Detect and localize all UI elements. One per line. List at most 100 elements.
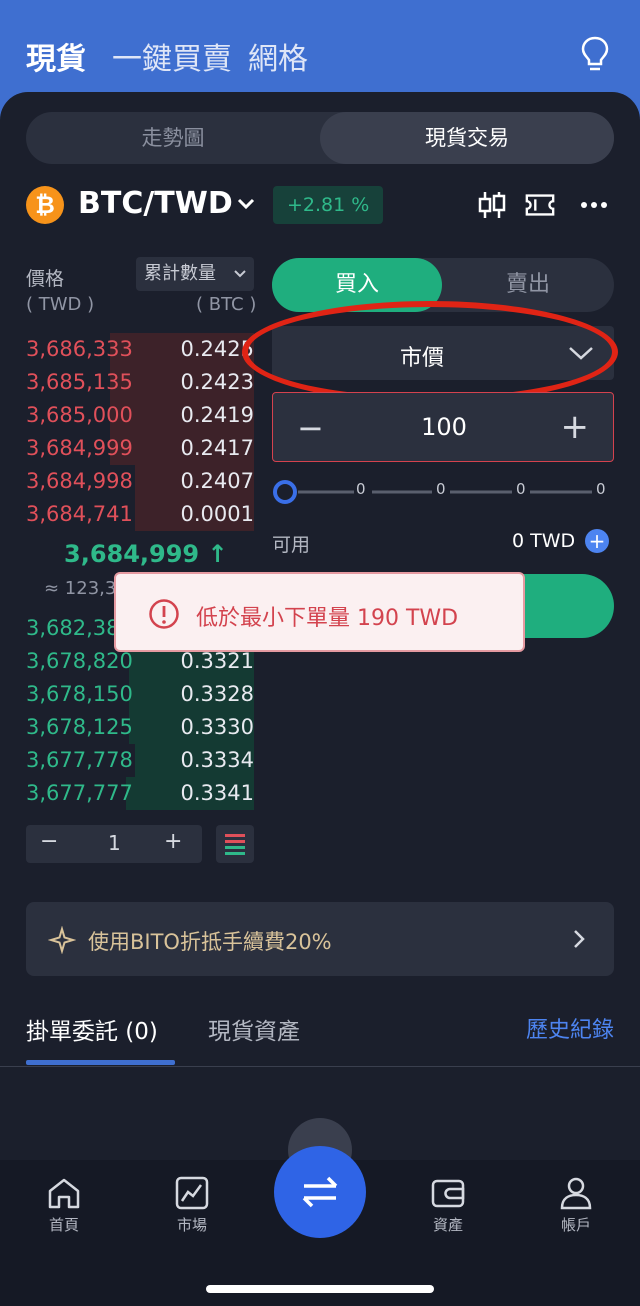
order-qty: 0.3328 xyxy=(180,682,254,706)
slider-tick-label[interactable]: 0 xyxy=(596,480,606,498)
toast-message: 低於最小下單量 190 TWD xyxy=(196,606,459,631)
deposit-plus-icon[interactable]: + xyxy=(585,529,609,553)
precision-plus-button[interactable]: + xyxy=(164,829,182,854)
order-qty: 0.2417 xyxy=(180,436,254,460)
price-change-badge: +2.81 % xyxy=(273,186,384,224)
view-switch: 走勢圖 現貨交易 xyxy=(26,112,614,164)
bitcoin-icon: ₿ xyxy=(26,186,64,224)
slider-tick-label[interactable]: 0 xyxy=(356,480,366,498)
approx-value: ≈ 123,3 xyxy=(44,578,117,599)
order-price: 3,684,741 xyxy=(26,502,133,526)
highlight-annotation xyxy=(242,301,618,403)
slider-tick-label[interactable]: 0 xyxy=(436,480,446,498)
promo-text: 使用BITO折抵手續費20% xyxy=(88,930,332,954)
ticket-icon[interactable] xyxy=(524,190,556,220)
wallet-icon xyxy=(431,1179,465,1208)
order-price: 3,677,778 xyxy=(26,748,133,772)
chevron-down-icon xyxy=(234,270,246,278)
pair-name[interactable]: BTC/TWD xyxy=(78,186,233,221)
trade-fab-button[interactable] xyxy=(274,1146,366,1238)
amount-plus-button[interactable]: + xyxy=(561,407,590,447)
order-price: 3,678,820 xyxy=(26,649,133,673)
order-qty: 0.2419 xyxy=(180,403,254,427)
bid-row[interactable]: 3,677,778 0.3334 xyxy=(26,744,254,777)
nav-label: 首頁 xyxy=(48,1216,79,1234)
chevron-right-icon xyxy=(574,930,585,948)
ask-row[interactable]: 3,685,135 0.2423 xyxy=(26,366,254,399)
bid-row[interactable]: 3,678,125 0.3330 xyxy=(26,711,254,744)
candlestick-icon[interactable] xyxy=(476,190,508,220)
bid-row[interactable]: 3,677,777 0.3341 xyxy=(26,777,254,810)
order-price: 3,677,777 xyxy=(26,781,133,805)
pair-header: ₿ BTC/TWD +2.81 % xyxy=(26,184,614,226)
nav-home[interactable]: 首頁 xyxy=(24,1176,104,1235)
nav-label: 資產 xyxy=(432,1216,463,1234)
ask-row[interactable]: 3,686,333 0.2425 xyxy=(26,333,254,366)
last-price: 3,684,999 ↑ xyxy=(64,540,228,568)
price-label: 價格 xyxy=(26,268,65,290)
depth-view-button[interactable] xyxy=(216,825,254,863)
user-icon xyxy=(560,1177,592,1210)
nav-label: 市場 xyxy=(176,1216,207,1234)
lightbulb-icon[interactable] xyxy=(580,36,610,74)
divider xyxy=(0,1066,640,1067)
order-qty: 0.3330 xyxy=(180,715,254,739)
ask-row[interactable]: 3,684,741 0.0001 xyxy=(26,498,254,531)
tab-open-orders[interactable]: 掛單委託 (0) xyxy=(26,1012,158,1046)
order-qty: 0.0001 xyxy=(180,502,254,526)
order-qty: 0.3321 xyxy=(180,649,254,673)
nav-market[interactable]: 市場 xyxy=(152,1176,232,1235)
order-qty: 0.2423 xyxy=(180,370,254,394)
last-price-value: 3,684,999 xyxy=(64,540,200,568)
chevron-down-icon[interactable] xyxy=(236,194,256,214)
qty-unit: ( BTC ) xyxy=(196,294,257,315)
nav-account[interactable]: 帳戶 xyxy=(536,1176,616,1235)
nav-assets[interactable]: 資產 xyxy=(408,1176,488,1235)
available-label: 可用 xyxy=(272,534,311,556)
orderbook-layout-icon xyxy=(225,834,245,855)
tab-spot-trade[interactable]: 現貨交易 xyxy=(320,112,614,164)
home-indicator xyxy=(206,1285,434,1293)
ask-row[interactable]: 3,684,998 0.2407 xyxy=(26,465,254,498)
alert-circle-icon xyxy=(149,599,179,629)
tab-chart[interactable]: 走勢圖 xyxy=(26,112,320,164)
ask-row[interactable]: 3,685,000 0.2419 xyxy=(26,399,254,432)
sparkle-icon xyxy=(48,926,76,954)
amount-input[interactable]: − 100 + xyxy=(272,392,614,462)
qty-mode-dropdown[interactable]: 累計數量 xyxy=(136,257,254,291)
order-price: 3,684,999 xyxy=(26,436,133,460)
order-price: 3,685,000 xyxy=(26,403,133,427)
ask-row[interactable]: 3,684,999 0.2417 xyxy=(26,432,254,465)
tab-spot[interactable]: 現貨 xyxy=(26,34,86,78)
more-icon[interactable] xyxy=(578,190,610,220)
history-link[interactable]: 歷史紀錄 xyxy=(526,1012,614,1044)
error-toast: 低於最小下單量 190 TWD xyxy=(114,572,525,652)
order-price: 3,685,135 xyxy=(26,370,133,394)
precision-stepper: − 1 + xyxy=(26,825,202,863)
tab-quick-trade[interactable]: 一鍵買賣 xyxy=(112,34,232,78)
price-unit: ( TWD ) xyxy=(26,294,95,315)
order-price: 3,678,125 xyxy=(26,715,133,739)
order-price: 3,682,38 xyxy=(26,616,120,640)
bid-row[interactable]: 3,678,150 0.3328 xyxy=(26,678,254,711)
swap-icon xyxy=(302,1176,338,1208)
fee-discount-banner[interactable]: 使用BITO折抵手續費20% xyxy=(26,902,614,976)
precision-minus-button[interactable]: − xyxy=(40,829,58,854)
order-qty: 0.2407 xyxy=(180,469,254,493)
order-price: 3,684,998 xyxy=(26,469,133,493)
chart-icon xyxy=(175,1176,209,1210)
order-qty: 0.3341 xyxy=(180,781,254,805)
tab-spot-assets[interactable]: 現貨資產 xyxy=(208,1012,300,1046)
slider-tick-label[interactable]: 0 xyxy=(516,480,526,498)
order-price: 3,678,150 xyxy=(26,682,133,706)
home-icon xyxy=(48,1178,80,1209)
amount-slider[interactable]: 0 0 0 0 xyxy=(272,478,614,506)
precision-value: 1 xyxy=(108,831,121,855)
qty-mode-label: 累計數量 xyxy=(144,263,216,284)
tab-grid[interactable]: 網格 xyxy=(248,34,308,78)
order-qty: 0.3334 xyxy=(180,748,254,772)
active-tab-indicator xyxy=(26,1060,175,1065)
order-price: 3,686,333 xyxy=(26,337,133,361)
arrow-up-icon: ↑ xyxy=(207,540,228,568)
nav-label: 帳戶 xyxy=(560,1216,591,1234)
